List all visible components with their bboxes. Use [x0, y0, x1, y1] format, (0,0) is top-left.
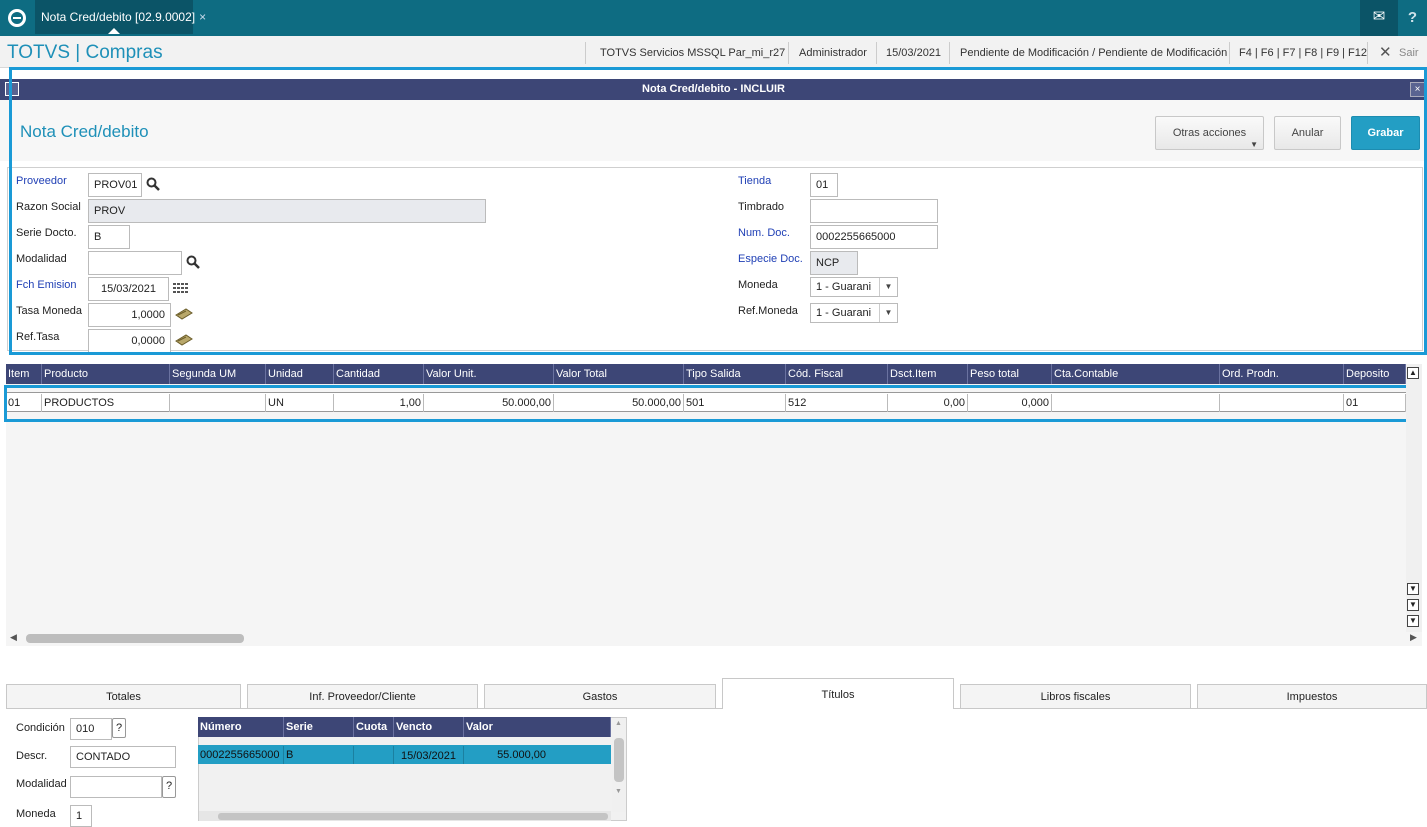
col-header[interactable]: Número: [198, 717, 284, 737]
scroll-page-down-icon[interactable]: ▼: [1407, 599, 1419, 611]
system-date: 15/03/2021: [886, 47, 942, 59]
scroll-left-icon[interactable]: ◀: [10, 632, 17, 643]
modalidad-help-button[interactable]: ?: [162, 776, 176, 798]
cell-numero[interactable]: 0002255665000: [198, 746, 284, 764]
descr-field[interactable]: CONTADO: [70, 746, 176, 768]
col-header[interactable]: Vencto: [394, 717, 464, 737]
tab-gastos[interactable]: Gastos: [484, 684, 716, 708]
app-title: TOTVS | Compras: [7, 42, 163, 63]
scroll-right-icon[interactable]: ▶: [1410, 632, 1417, 643]
col-header[interactable]: Unidad: [266, 364, 334, 384]
tab-titulos[interactable]: Títulos: [722, 678, 954, 709]
scroll-thumb[interactable]: [218, 813, 608, 820]
tab-label: Nota Cred/debito [02.9.0002]: [41, 10, 196, 24]
modalidad-label: Modalidad: [16, 778, 67, 790]
col-header[interactable]: Valor Total: [554, 364, 684, 384]
col-header[interactable]: Cta.Contable: [1052, 364, 1220, 384]
cell-serie[interactable]: B: [284, 746, 354, 764]
totvs-logo-icon[interactable]: [8, 9, 26, 27]
divider: [1229, 42, 1230, 64]
col-header[interactable]: Ord. Prodn.: [1220, 364, 1344, 384]
help-icon[interactable]: ?: [1398, 0, 1427, 36]
col-header[interactable]: Cuota: [354, 717, 394, 737]
service-name: TOTVS Servicios MSSQL Par_mi_r27: [600, 47, 786, 59]
exit-link[interactable]: Sair: [1399, 47, 1419, 59]
col-header[interactable]: Dsct.Item: [888, 364, 968, 384]
highlight-frame: [9, 67, 1427, 355]
col-header[interactable]: Valor Unit.: [424, 364, 554, 384]
cell-valor[interactable]: 55.000,00: [464, 746, 548, 764]
col-header[interactable]: Producto: [42, 364, 170, 384]
divider: [788, 42, 789, 64]
scroll-bottom-icon[interactable]: ▼: [1407, 615, 1419, 627]
tab-close-icon[interactable]: ×: [199, 10, 206, 24]
col-header[interactable]: Segunda UM: [170, 364, 266, 384]
tab-inf-proveedor[interactable]: Inf. Proveedor/Cliente: [247, 684, 478, 708]
scroll-down-icon[interactable]: ▼: [1407, 583, 1419, 595]
divider: [949, 42, 950, 64]
tabs-divider: [6, 708, 1427, 709]
condicion-label: Condición: [16, 722, 65, 734]
scroll-down-icon[interactable]: ▼: [615, 788, 622, 795]
shortcut-keys: F4 | F6 | F7 | F8 | F9 | F12: [1239, 47, 1367, 59]
divider: [585, 42, 586, 64]
moneda-label: Moneda: [16, 808, 56, 820]
mail-icon[interactable]: ✉: [1360, 0, 1398, 36]
col-header[interactable]: Item: [6, 364, 42, 384]
col-header[interactable]: Peso total: [968, 364, 1052, 384]
moneda-field[interactable]: 1: [70, 805, 92, 827]
divider: [876, 42, 877, 64]
scroll-up-icon[interactable]: ▲: [615, 720, 622, 727]
descr-label: Descr.: [16, 750, 48, 762]
col-header[interactable]: Tipo Salida: [684, 364, 786, 384]
cell-vencto[interactable]: 15/03/2021: [394, 746, 464, 764]
tab-active-indicator: [108, 28, 120, 34]
scroll-thumb[interactable]: [614, 738, 624, 782]
condicion-help-button[interactable]: ?: [112, 718, 126, 738]
scroll-top-icon[interactable]: ▲: [1407, 367, 1419, 379]
highlight-frame: [4, 385, 1418, 422]
status-text: Pendiente de Modificación / Pendiente de…: [960, 47, 1228, 59]
tab-libros-fiscales[interactable]: Libros fiscales: [960, 684, 1191, 708]
exit-icon[interactable]: ✕: [1379, 43, 1392, 61]
modalidad-field[interactable]: [70, 776, 162, 798]
col-header[interactable]: Deposito: [1344, 364, 1406, 384]
tab-totales[interactable]: Totales: [6, 684, 241, 708]
col-header[interactable]: Serie: [284, 717, 354, 737]
tab-impuestos[interactable]: Impuestos: [1197, 684, 1427, 708]
divider: [1367, 42, 1368, 64]
cell-cuota[interactable]: [354, 746, 394, 764]
top-bar: [0, 0, 1427, 36]
user-name: Administrador: [799, 47, 867, 59]
col-header[interactable]: Valor: [464, 717, 611, 737]
col-header[interactable]: Cantidad: [334, 364, 424, 384]
col-header[interactable]: Cód. Fiscal: [786, 364, 888, 384]
scroll-thumb[interactable]: [26, 634, 244, 643]
condicion-field[interactable]: 010: [70, 718, 112, 740]
